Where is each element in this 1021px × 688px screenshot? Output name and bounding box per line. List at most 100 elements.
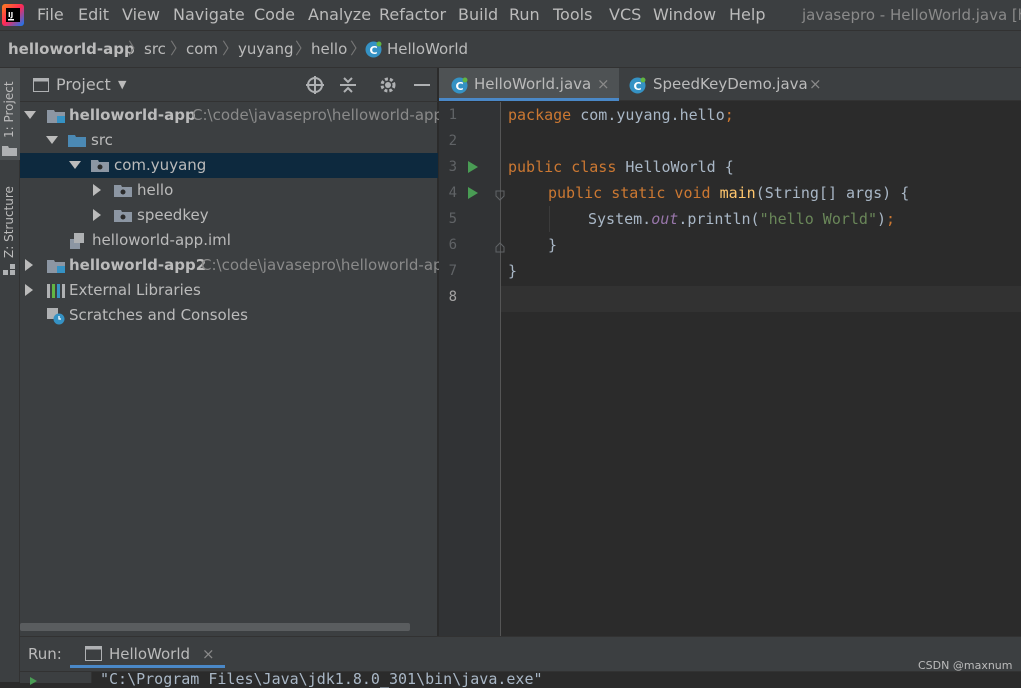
menu-file[interactable]: File xyxy=(37,0,64,31)
chevron-down-icon[interactable] xyxy=(24,111,36,119)
code-keyword: package xyxy=(508,106,572,124)
tree-item-label: com.yuyang xyxy=(114,156,207,174)
project-tool-tab-label: 1: Project xyxy=(2,81,16,138)
menu-edit[interactable]: Edit xyxy=(78,0,109,31)
breadcrumb-com[interactable]: com xyxy=(186,31,218,68)
project-view-icon xyxy=(33,78,49,92)
minimize-icon[interactable] xyxy=(413,76,431,94)
libraries-icon xyxy=(47,284,65,298)
code-text: System. xyxy=(588,210,652,228)
run-gutter-icon[interactable] xyxy=(468,187,478,199)
locate-icon[interactable] xyxy=(306,76,324,94)
tab-helloworld-java[interactable]: C HelloWorld.java × xyxy=(439,68,619,101)
tree-item-label: helloworld-app.iml xyxy=(92,231,231,249)
left-tool-stripe: 1: Project Z: Structure xyxy=(0,68,20,682)
java-class-icon: C xyxy=(365,41,382,58)
folder-icon xyxy=(2,146,17,156)
tree-item-external-libraries[interactable]: External Libraries xyxy=(20,278,438,303)
scratches-icon xyxy=(47,308,65,325)
breadcrumb-src[interactable]: src xyxy=(144,31,166,68)
tree-item-hello[interactable]: hello xyxy=(20,178,438,203)
tree-item-label: Scratches and Consoles xyxy=(69,306,248,324)
package-icon xyxy=(114,185,132,197)
fold-icon[interactable] xyxy=(495,190,505,201)
breadcrumb-yuyang[interactable]: yuyang xyxy=(238,31,293,68)
menu-build[interactable]: Build xyxy=(458,0,498,31)
line-number: 4 xyxy=(448,185,457,201)
collapse-all-icon[interactable] xyxy=(339,76,357,94)
close-icon[interactable]: × xyxy=(202,637,215,671)
code-semicolon: ; xyxy=(886,210,896,228)
menu-run[interactable]: Run xyxy=(509,0,540,31)
chevron-down-icon[interactable] xyxy=(46,136,58,144)
close-icon[interactable]: × xyxy=(597,68,610,100)
source-folder-icon xyxy=(68,135,86,147)
tree-item-speedkey[interactable]: speedkey xyxy=(20,203,438,228)
line-number: 2 xyxy=(448,133,457,149)
project-panel-title[interactable]: Project xyxy=(56,68,111,102)
menu-window[interactable]: Window xyxy=(653,0,716,31)
module-folder-icon xyxy=(47,260,65,273)
intellij-logo-icon: IJ xyxy=(2,4,24,26)
chevron-down-icon[interactable]: ▼ xyxy=(118,68,126,102)
horizontal-scrollbar[interactable] xyxy=(20,623,410,631)
breadcrumb: helloworld-app 〉 src 〉 com 〉 yuyang 〉 he… xyxy=(0,31,1021,68)
code-line-6[interactable]: } xyxy=(548,232,557,258)
breadcrumb-hello[interactable]: hello xyxy=(311,31,347,68)
gear-icon[interactable] xyxy=(379,76,397,94)
menu-vcs[interactable]: VCS xyxy=(609,0,641,31)
chevron-right-icon: 〉 xyxy=(170,39,187,58)
editor-tab-bar: C HelloWorld.java × C SpeedKeyDemo.java … xyxy=(439,68,1021,101)
code-line-5[interactable]: System.out.println("hello World"); xyxy=(588,206,895,232)
rerun-icon[interactable] xyxy=(30,677,37,685)
tree-item-label: helloworld-app xyxy=(69,106,196,124)
code-string: "hello World" xyxy=(759,210,877,228)
line-number: 3 xyxy=(448,159,457,175)
structure-tool-tab[interactable]: Z: Structure xyxy=(2,186,16,258)
tree-item-helloworld-app[interactable]: helloworld-app C:\code\javasepro\hellowo… xyxy=(20,103,443,128)
svg-text:C: C xyxy=(456,80,464,93)
menu-analyze[interactable]: Analyze xyxy=(308,0,371,31)
console-line: "C:\Program Files\Java\jdk1.8.0_301\bin\… xyxy=(100,670,543,688)
code-line-1[interactable]: package com.yuyang.hello; xyxy=(508,102,734,128)
fold-icon[interactable] xyxy=(495,242,505,253)
code-function: main xyxy=(719,184,756,202)
breadcrumb-project[interactable]: helloworld-app xyxy=(8,31,135,68)
code-keyword: public static void xyxy=(548,184,711,202)
menu-tools[interactable]: Tools xyxy=(553,0,592,31)
code-line-4[interactable]: public static void main(String[] args) { xyxy=(548,180,909,206)
tree-item-label: helloworld-app2 xyxy=(69,256,207,274)
chevron-down-icon[interactable] xyxy=(69,161,81,169)
tree-item-path: C:\code\javasepro\helloworld-app xyxy=(192,106,444,124)
tree-item-com-yuyang[interactable]: com.yuyang xyxy=(20,153,438,178)
menu-refactor[interactable]: Refactor xyxy=(379,0,446,31)
menu-help[interactable]: Help xyxy=(729,0,765,31)
tree-item-src[interactable]: src xyxy=(20,128,438,153)
tab-speedkeydemo-java[interactable]: C SpeedKeyDemo.java × xyxy=(619,68,829,101)
chevron-right-icon[interactable] xyxy=(93,209,101,221)
code-line-7[interactable]: } xyxy=(508,258,517,284)
run-tab-helloworld[interactable]: HelloWorld xyxy=(109,637,190,671)
code-line-3[interactable]: public class HelloWorld { xyxy=(508,154,734,180)
breadcrumb-helloworld[interactable]: HelloWorld xyxy=(387,31,468,68)
line-number: 1 xyxy=(448,107,457,123)
menu-view[interactable]: View xyxy=(122,0,160,31)
tree-item-helloworld-app2[interactable]: helloworld-app2 C:\code\javasepro\hellow… xyxy=(20,253,452,278)
tree-item-label: External Libraries xyxy=(69,281,201,299)
run-gutter-icon[interactable] xyxy=(468,161,478,173)
tree-item-scratches[interactable]: Scratches and Consoles xyxy=(20,303,438,328)
run-label: Run: xyxy=(28,645,62,663)
tree-item-iml-file[interactable]: helloworld-app.iml xyxy=(20,228,438,253)
line-number: 6 xyxy=(448,237,457,253)
chevron-right-icon[interactable] xyxy=(25,284,33,296)
chevron-right-icon[interactable] xyxy=(25,259,33,271)
menu-code[interactable]: Code xyxy=(254,0,295,31)
java-class-icon: C xyxy=(451,77,468,94)
structure-icon xyxy=(3,264,15,275)
close-icon[interactable]: × xyxy=(809,68,822,100)
editor-gutter: 1 2 3 4 5 6 7 8 xyxy=(439,102,505,636)
menu-bar: IJ File Edit View Navigate Code Analyze … xyxy=(0,0,1021,31)
chevron-right-icon[interactable] xyxy=(93,184,101,196)
menu-navigate[interactable]: Navigate xyxy=(173,0,245,31)
code-semicolon: ; xyxy=(724,106,734,124)
